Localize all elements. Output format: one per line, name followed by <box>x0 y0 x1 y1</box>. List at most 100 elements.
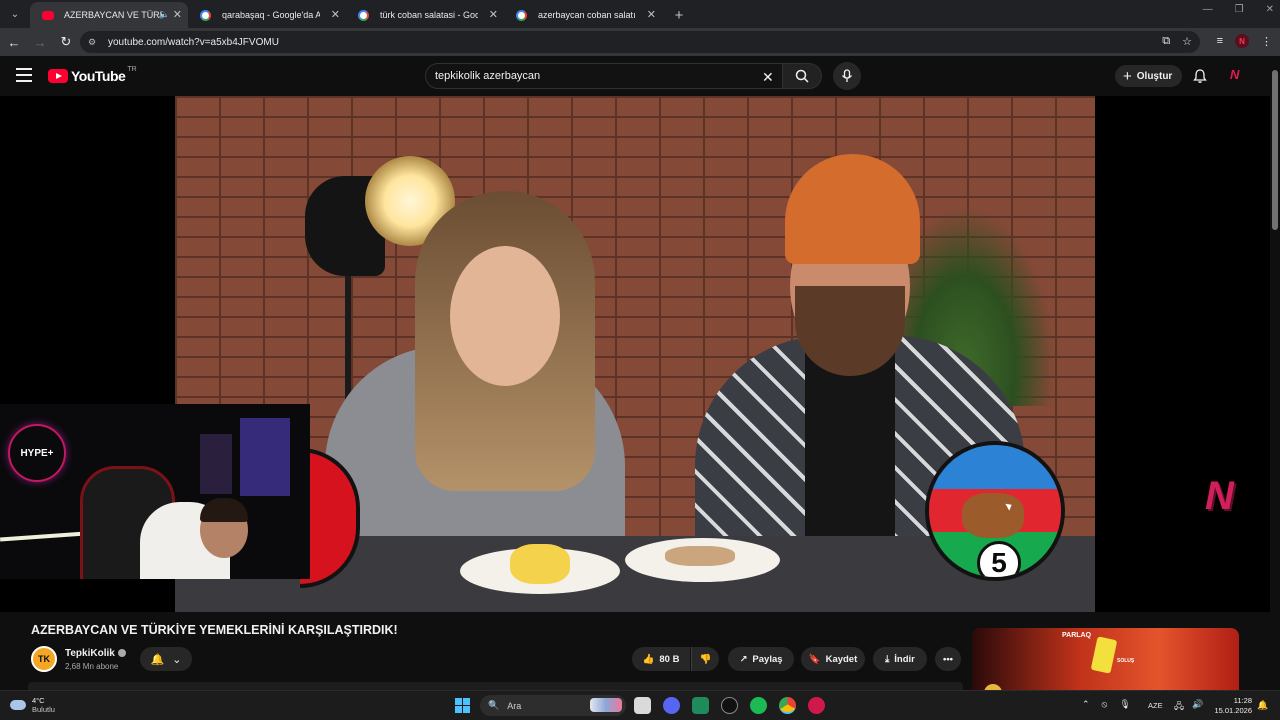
like-count: 80 B <box>659 653 680 665</box>
create-button[interactable]: + Oluştur <box>1115 65 1183 87</box>
create-label: Oluştur <box>1136 70 1173 82</box>
browser-menu-icon[interactable]: ⋮ <box>1261 35 1272 48</box>
plus-icon: + <box>1123 67 1132 85</box>
window-controls: — ❐ ✕ <box>1203 4 1274 15</box>
food-dish <box>665 546 735 566</box>
notification-center-icon[interactable]: 🔔 <box>1257 700 1268 711</box>
weather-widget[interactable]: 4°C Bulutlu <box>10 696 55 714</box>
profile-avatar[interactable]: N <box>1235 34 1249 48</box>
sponsored-ad-banner[interactable]: PARLAQ SOLUŞ <box>972 628 1239 690</box>
tab-youtube-video[interactable]: AZERBAYCAN VE TÜRKİYE Y 🔈 ✕ <box>30 2 188 28</box>
search-button[interactable] <box>782 63 822 89</box>
tab-close-icon[interactable]: ✕ <box>173 8 182 21</box>
tab-title: azerbaycan coban salatı - Goog <box>538 10 636 20</box>
tab-title: AZERBAYCAN VE TÜRKİYE Y <box>64 10 162 20</box>
page-scrollbar[interactable] <box>1270 56 1280 690</box>
notifications-button[interactable] <box>1192 68 1208 89</box>
taskbar-search-placeholder: Ara <box>507 700 522 711</box>
discord-icon[interactable] <box>663 697 680 714</box>
save-button[interactable]: 🔖 Kaydet <box>801 647 865 671</box>
new-tab-button[interactable]: + <box>668 4 690 26</box>
browser-toolbar: ← → ↻ ⚙ youtube.com/watch?v=a5xb4JFVOMU … <box>0 28 1280 56</box>
account-avatar[interactable]: N <box>1230 67 1248 85</box>
address-bar[interactable]: ⚙ youtube.com/watch?v=a5xb4JFVOMU ⧉ ☆ <box>80 31 1200 53</box>
camera-off-icon[interactable]: ⦸ <box>1102 699 1108 710</box>
video-frame[interactable]: 5 <box>175 96 1095 612</box>
tab-close-icon[interactable]: ✕ <box>331 8 340 21</box>
search-box <box>425 63 785 89</box>
spotify-icon[interactable] <box>750 697 767 714</box>
food-dish <box>510 544 570 584</box>
app-icon[interactable] <box>692 697 709 714</box>
more-actions-button[interactable]: ••• <box>935 647 961 671</box>
windows-start-icon[interactable] <box>455 698 470 713</box>
scrollbar-thumb[interactable] <box>1272 70 1278 230</box>
site-info-icon[interactable]: ⚙ <box>88 37 102 48</box>
like-button[interactable]: 👍 80 B <box>632 647 690 671</box>
bell-icon: 🔔 <box>150 653 165 666</box>
system-tray: ⌃ ⦸ 🎙 <box>1082 699 1131 710</box>
channel-name-text[interactable]: TepkiKolik <box>65 648 115 659</box>
download-button[interactable]: ⤓ İndir <box>873 647 927 671</box>
google-favicon-icon <box>516 10 527 21</box>
minimize-icon[interactable]: — <box>1203 4 1213 15</box>
region-code: TR <box>127 65 137 73</box>
tab-close-icon[interactable]: ✕ <box>647 8 656 21</box>
app-icon[interactable] <box>808 697 825 714</box>
tab-google-search-1[interactable]: qarabaşaq - Google'da Ara ✕ <box>188 2 346 28</box>
search-icon <box>795 69 809 83</box>
task-view-icon[interactable] <box>634 697 651 714</box>
video-player[interactable]: 5 HYPE+ N <box>0 96 1270 612</box>
input-language[interactable]: AZE <box>1148 701 1163 710</box>
weather-temperature: 4°C <box>32 696 45 705</box>
taskbar-clock[interactable]: 11:28 15.01.2026 <box>1212 696 1252 716</box>
url-text[interactable]: youtube.com/watch?v=a5xb4JFVOMU <box>108 37 279 48</box>
tab-search-dropdown-icon[interactable]: ⌄ <box>4 3 26 25</box>
save-label: Kaydet <box>825 653 858 665</box>
thumbs-down-icon: 👎 <box>699 653 712 665</box>
tab-google-search-2[interactable]: türk coban salatasi - Google'da ✕ <box>346 2 504 28</box>
round-number: 5 <box>977 541 1021 577</box>
google-favicon-icon <box>358 10 369 21</box>
channel-avatar[interactable]: TK <box>31 646 57 672</box>
download-label: İndir <box>894 653 915 665</box>
install-app-icon[interactable]: ⧉ <box>1162 35 1170 48</box>
dish-photo <box>962 493 1024 538</box>
chevron-up-icon[interactable]: ⌃ <box>1082 699 1090 710</box>
subscription-notification-button[interactable]: 🔔 ⌄ <box>140 647 192 671</box>
ad-product-image <box>1090 636 1118 674</box>
clear-search-icon[interactable]: ✕ <box>762 69 774 86</box>
bookmark-star-icon[interactable]: ☆ <box>1182 35 1192 48</box>
hamburger-menu-icon[interactable] <box>16 68 32 82</box>
windows-taskbar: 4°C Bulutlu 🔍 Ara ⌃ ⦸ 🎙 AZE 🖧 🔊 11:28 15… <box>0 690 1280 720</box>
tab-google-search-3[interactable]: azerbaycan coban salatı - Goog ✕ <box>504 2 662 28</box>
taskbar-search[interactable]: 🔍 Ara <box>480 695 626 716</box>
youtube-logo[interactable]: YouTube TR <box>48 65 137 84</box>
speaker-icon[interactable]: 🔈 <box>159 9 170 20</box>
search-input[interactable] <box>435 70 755 82</box>
streamer-hair <box>200 498 248 522</box>
search-icon: 🔍 <box>488 700 500 710</box>
restore-icon[interactable]: ❐ <box>1235 4 1244 15</box>
media-controls-icon[interactable]: ≡ <box>1217 35 1223 47</box>
close-window-icon[interactable]: ✕ <box>1266 4 1274 15</box>
dislike-button[interactable]: 👎 <box>691 647 719 671</box>
wall-poster <box>200 434 232 494</box>
verified-badge-icon <box>117 649 126 658</box>
microphone-icon[interactable]: 🎙 <box>1119 699 1130 710</box>
chrome-icon[interactable] <box>779 697 796 714</box>
steam-icon[interactable] <box>721 697 738 714</box>
description-box-edge[interactable] <box>28 682 963 690</box>
share-button[interactable]: ↗ Paylaş <box>728 647 794 671</box>
tab-close-icon[interactable]: ✕ <box>489 8 498 21</box>
bookmark-icon: 🔖 <box>808 653 821 665</box>
forward-button[interactable]: → <box>28 30 52 54</box>
voice-search-button[interactable] <box>833 62 861 90</box>
system-tray-status[interactable]: 🖧 🔊 <box>1174 699 1203 715</box>
share-label: Paylaş <box>752 653 783 665</box>
browser-tab-strip: ⌄ AZERBAYCAN VE TÜRKİYE Y 🔈 ✕ qarabaşaq … <box>0 0 1280 28</box>
youtube-play-icon <box>48 69 68 83</box>
back-button[interactable]: ← <box>2 30 26 54</box>
reload-button[interactable]: ↻ <box>54 30 78 54</box>
channel-name[interactable]: TepkiKolik <box>65 648 126 659</box>
